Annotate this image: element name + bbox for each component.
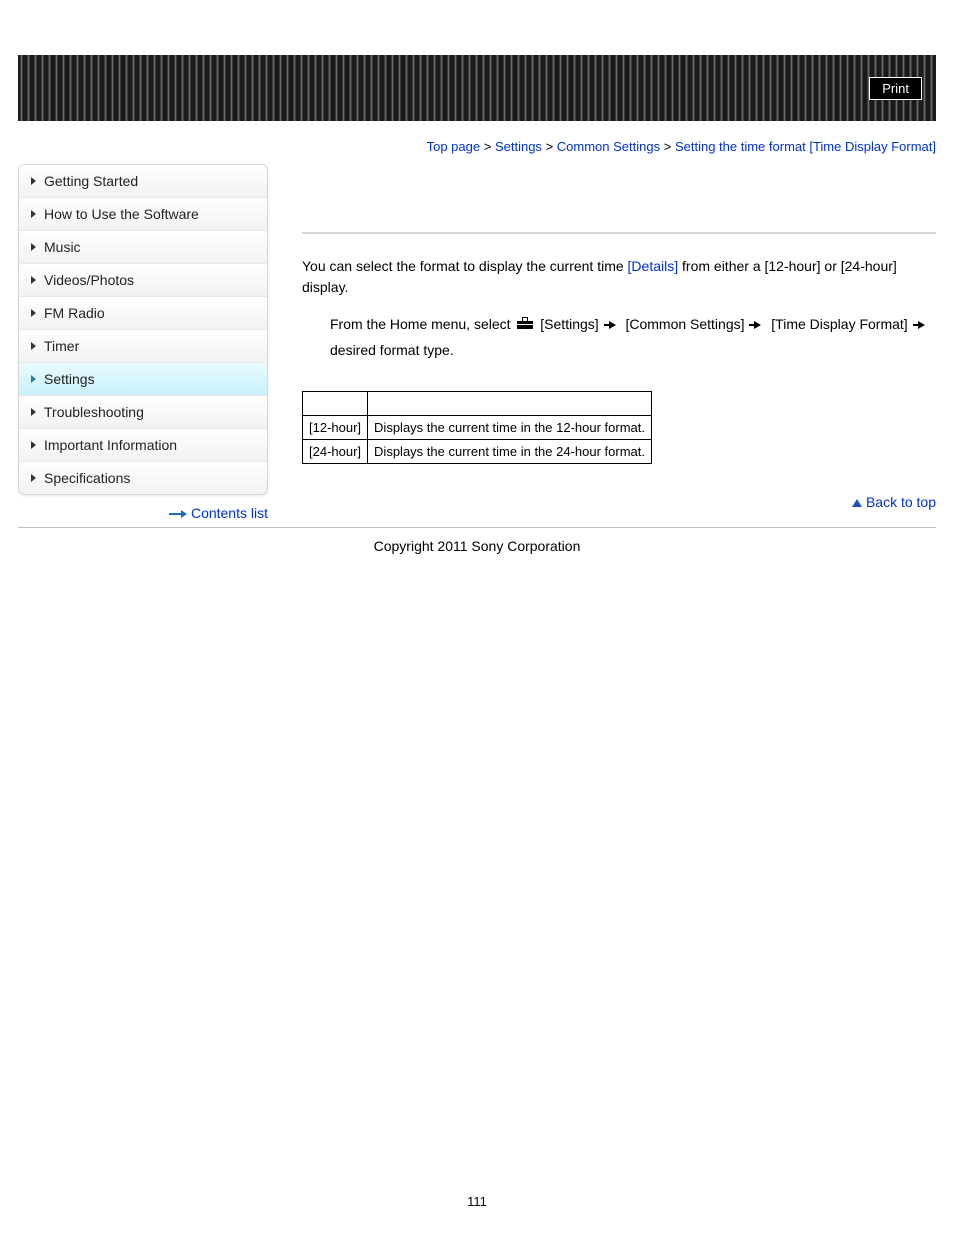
main-content: You can select the format to display the… <box>268 164 936 510</box>
chevron-right-icon <box>31 276 36 284</box>
breadcrumb-current[interactable]: Setting the time format [Time Display Fo… <box>675 139 936 154</box>
breadcrumb-sep: > <box>546 139 554 154</box>
table-value-cell: Displays the current time in the 12-hour… <box>368 416 652 440</box>
format-table: [12-hour] Displays the current time in t… <box>302 391 652 464</box>
chevron-right-icon <box>31 243 36 251</box>
chevron-right-icon <box>31 210 36 218</box>
table-key-cell: [24-hour] <box>303 440 368 464</box>
arrow-right-icon <box>169 511 187 517</box>
step-time-label: [Time Display Format] <box>771 316 907 332</box>
sidebar-item-settings[interactable]: Settings <box>19 362 267 395</box>
chevron-right-icon <box>31 342 36 350</box>
sidebar-item-music[interactable]: Music <box>19 230 267 263</box>
sidebar-item-label: Specifications <box>44 470 130 486</box>
arrow-right-icon <box>754 321 761 329</box>
intro-text-pre: You can select the format to display the… <box>302 258 628 274</box>
chevron-right-icon <box>31 309 36 317</box>
sidebar-item-fm-radio[interactable]: FM Radio <box>19 296 267 329</box>
sidebar-item-important-information[interactable]: Important Information <box>19 428 267 461</box>
copyright-text: Copyright 2011 Sony Corporation <box>18 538 936 554</box>
chevron-right-icon <box>31 177 36 185</box>
header-banner: Print <box>18 55 936 121</box>
sidebar-nav: Getting Started How to Use the Software … <box>18 164 268 495</box>
table-value-cell: Displays the current time in the 24-hour… <box>368 440 652 464</box>
settings-toolbox-icon <box>516 313 534 338</box>
sidebar-item-troubleshooting[interactable]: Troubleshooting <box>19 395 267 428</box>
breadcrumb-sep: > <box>484 139 492 154</box>
sidebar-item-label: Settings <box>44 371 95 387</box>
arrow-right-icon <box>609 321 616 329</box>
arrow-right-icon <box>918 321 925 329</box>
table-row: [24-hour] Displays the current time in t… <box>303 440 652 464</box>
breadcrumb-settings[interactable]: Settings <box>495 139 542 154</box>
sidebar-item-label: FM Radio <box>44 305 105 321</box>
section-divider <box>302 232 936 234</box>
step-common-label: [Common Settings] <box>625 316 744 332</box>
table-key-cell: [12-hour] <box>303 416 368 440</box>
breadcrumb-sep: > <box>664 139 672 154</box>
table-header-cell <box>303 392 368 416</box>
sidebar-item-timer[interactable]: Timer <box>19 329 267 362</box>
breadcrumb-top[interactable]: Top page <box>427 139 481 154</box>
print-button[interactable]: Print <box>869 77 922 100</box>
sidebar-item-how-to-use[interactable]: How to Use the Software <box>19 197 267 230</box>
back-to-top-link[interactable]: Back to top <box>866 494 936 510</box>
step-settings-label: [Settings] <box>540 316 598 332</box>
footer-divider <box>18 527 936 528</box>
contents-list-link[interactable]: Contents list <box>191 505 268 521</box>
sidebar-item-videos-photos[interactable]: Videos/Photos <box>19 263 267 296</box>
table-row: [12-hour] Displays the current time in t… <box>303 416 652 440</box>
instruction-step: From the Home menu, select [Settings] [C… <box>330 312 936 363</box>
chevron-right-icon <box>31 474 36 482</box>
table-header-row <box>303 392 652 416</box>
sidebar-item-label: Music <box>44 239 81 255</box>
chevron-right-icon <box>31 375 36 383</box>
arrow-up-icon <box>852 499 862 507</box>
sidebar-item-getting-started[interactable]: Getting Started <box>19 165 267 197</box>
details-link[interactable]: [Details] <box>628 258 679 274</box>
sidebar-item-specifications[interactable]: Specifications <box>19 461 267 494</box>
sidebar-item-label: Videos/Photos <box>44 272 134 288</box>
sidebar-item-label: Troubleshooting <box>44 404 144 420</box>
sidebar-item-label: Timer <box>44 338 79 354</box>
sidebar-item-label: Important Information <box>44 437 177 453</box>
breadcrumb: Top page > Settings > Common Settings > … <box>18 139 936 154</box>
intro-paragraph: You can select the format to display the… <box>302 256 936 298</box>
sidebar-item-label: How to Use the Software <box>44 206 199 222</box>
table-header-cell <box>368 392 652 416</box>
step-tail-label: desired format type. <box>330 342 454 358</box>
breadcrumb-common-settings[interactable]: Common Settings <box>557 139 660 154</box>
chevron-right-icon <box>31 408 36 416</box>
chevron-right-icon <box>31 441 36 449</box>
page-number: 111 <box>18 1194 936 1239</box>
sidebar-item-label: Getting Started <box>44 173 138 189</box>
step-text-pre: From the Home menu, select <box>330 316 514 332</box>
